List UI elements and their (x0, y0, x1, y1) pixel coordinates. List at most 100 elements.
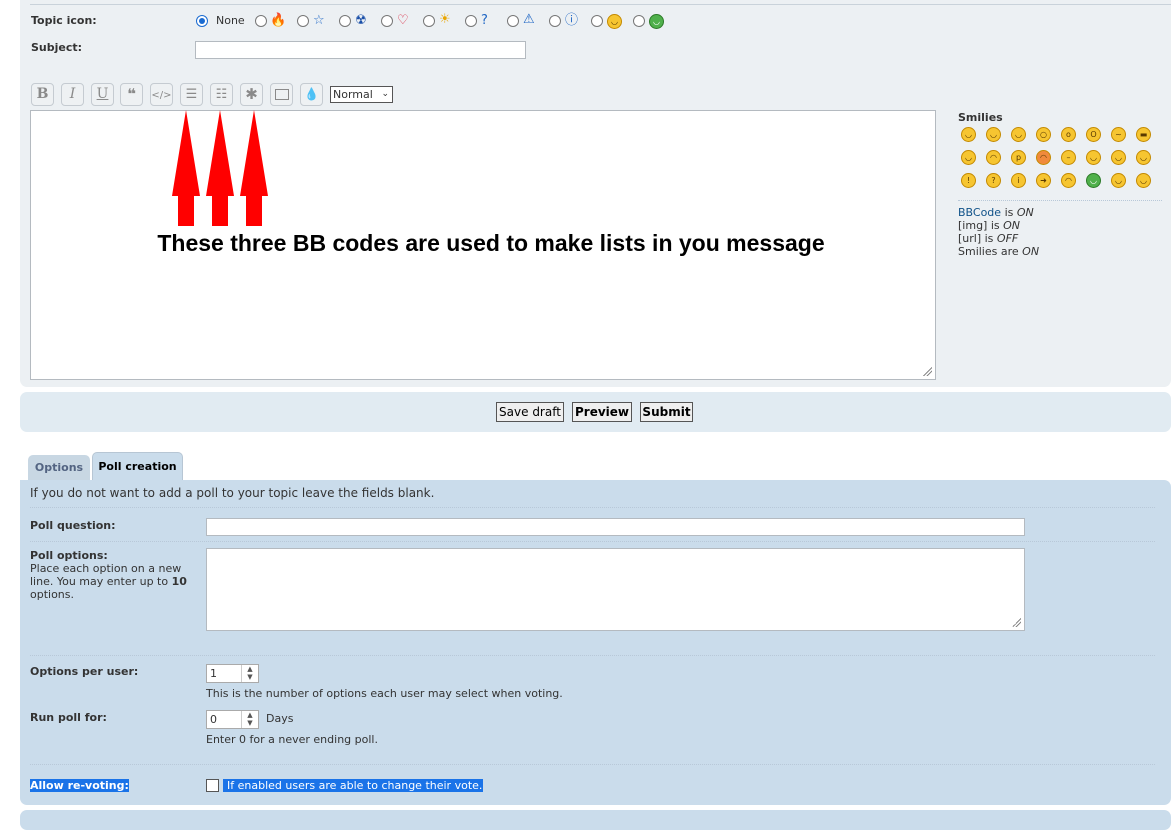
smiley-idea-icon[interactable]: i (1011, 173, 1026, 188)
smiley-icon: ◡ (607, 14, 622, 29)
smiley-ugeek-icon[interactable]: ◡ (1111, 173, 1126, 188)
bbcode-link[interactable]: BBCode (958, 206, 1001, 219)
smiley-confused-icon[interactable]: ~ (1111, 127, 1126, 142)
smiley-question-icon[interactable]: ? (986, 173, 1001, 188)
chevron-down-icon: ⌄ (381, 89, 389, 99)
bbcode-status: BBCode is ON (958, 206, 1034, 219)
preview-button[interactable]: Preview (572, 402, 632, 422)
underline-button[interactable]: U (91, 83, 114, 106)
underline-label: U (96, 86, 109, 102)
allow-revoting-checkbox[interactable] (206, 779, 219, 792)
poll-divider-1 (30, 507, 1155, 508)
bbcode-is: is (1004, 206, 1014, 219)
options-per-user-stepper[interactable]: 1 ▲ ▼ (206, 664, 259, 683)
grin-icon: ◡ (649, 14, 664, 29)
list-button[interactable]: ☰ (180, 83, 203, 106)
submit-button[interactable]: Submit (640, 402, 693, 422)
topic-icon-grin-radio[interactable] (633, 15, 645, 27)
list-item-button[interactable]: ✱ (240, 83, 263, 106)
smiley-wink-icon[interactable]: ◡ (1011, 127, 1026, 142)
save-draft-button[interactable]: Save draft (496, 402, 564, 422)
annotation-text: These three BB codes are used to make li… (157, 230, 825, 256)
smiley-arrow-icon[interactable]: ➜ (1036, 173, 1051, 188)
numbered-list-button[interactable]: ☷ (210, 83, 233, 106)
smiley-sad-icon[interactable]: ◠ (1061, 173, 1076, 188)
smilies-title: Smilies (958, 111, 1003, 124)
url-label: [url] is (958, 232, 994, 245)
smiley-angry-icon[interactable]: ◠ (1036, 150, 1051, 165)
smiley-surprised-icon[interactable]: o (1061, 127, 1076, 142)
options-per-user-help: This is the number of options each user … (206, 687, 563, 700)
bbcode-state: ON (1016, 206, 1034, 219)
quote-button[interactable]: ❝ (120, 83, 143, 106)
asterisk-icon: ✱ (245, 85, 258, 103)
poll-options-textarea[interactable] (206, 548, 1025, 631)
run-poll-stepper[interactable]: 0 ▲ ▼ (206, 710, 259, 729)
subject-input[interactable] (195, 41, 526, 59)
poll-options-resize-handle[interactable] (1011, 617, 1021, 627)
arrow-2 (206, 110, 234, 226)
sun-icon: ☀ (439, 12, 451, 27)
smiley-exclaim-icon[interactable]: ! (961, 173, 976, 188)
radioactive-icon: ☢ (355, 13, 367, 28)
smilies-label: Smilies are (958, 245, 1019, 258)
topic-icon-question-radio[interactable] (465, 15, 477, 27)
smiley-nerd-icon[interactable]: ◡ (1136, 173, 1151, 188)
topic-icon-fire-radio[interactable] (255, 15, 267, 27)
bold-button[interactable]: B (31, 83, 54, 106)
font-size-value: Normal (333, 88, 373, 101)
bullet-list-icon: ☰ (185, 87, 198, 102)
color-button[interactable]: 💧 (300, 83, 323, 106)
smiley-shocked-icon[interactable]: ○ (1036, 127, 1051, 142)
topic-icon-sun-radio[interactable] (423, 15, 435, 27)
fire-icon: 🔥 (270, 13, 287, 28)
smiley-happy-icon[interactable]: ◡ (986, 127, 1001, 142)
run-poll-value: 0 (210, 713, 217, 726)
annotation-arrows (172, 110, 268, 226)
smiley-evil-icon[interactable]: ◡ (1086, 150, 1101, 165)
topic-icon-warning-radio[interactable] (507, 15, 519, 27)
question-icon: ? (481, 13, 488, 28)
message-resize-handle[interactable] (922, 366, 932, 376)
smiley-cool-icon[interactable]: ▬ (1136, 127, 1151, 142)
allow-revoting-label: Allow re-voting: (30, 779, 129, 792)
arrow-1 (172, 110, 200, 226)
code-icon: </> (151, 90, 172, 101)
options-per-user-label: Options per user: (30, 665, 139, 678)
smiley-laugh-icon[interactable]: ◡ (961, 150, 976, 165)
smiley-neutral-icon[interactable]: – (1061, 150, 1076, 165)
poll-divider-4 (30, 764, 1155, 765)
italic-button[interactable]: I (61, 83, 84, 106)
smiley-mad-icon[interactable]: ◠ (986, 150, 1001, 165)
smiley-eek-icon[interactable]: O (1086, 127, 1101, 142)
smiley-grin-icon[interactable]: ◡ (961, 127, 976, 142)
topic-icon-heart-radio[interactable] (381, 15, 393, 27)
smiley-twisted-icon[interactable]: ◡ (1111, 150, 1126, 165)
smiley-razz-icon[interactable]: p (1011, 150, 1026, 165)
smiley-geek-icon[interactable]: ◡ (1086, 173, 1101, 188)
code-button[interactable]: </> (150, 83, 173, 106)
poll-options-help-3: options. (30, 588, 75, 601)
run-poll-unit: Days (266, 712, 294, 725)
topic-icon-smiley-radio[interactable] (591, 15, 603, 27)
topic-icon-none-radio[interactable] (196, 15, 208, 27)
tab-options[interactable]: Options (28, 455, 90, 480)
topic-icon-info-radio[interactable] (549, 15, 561, 27)
stepper-arrows-icon[interactable]: ▲ ▼ (241, 665, 258, 682)
run-poll-label: Run poll for: (30, 711, 107, 724)
run-poll-help: Enter 0 for a never ending poll. (206, 733, 378, 746)
info-icon: ⓘ (565, 13, 579, 28)
poll-question-label: Poll question: (30, 519, 116, 532)
image-icon (274, 89, 289, 100)
font-size-select[interactable]: Normal ⌄ (330, 86, 393, 103)
tab-poll-creation[interactable]: Poll creation (92, 452, 183, 480)
img-label: [img] is (958, 219, 1000, 232)
topic-icon-star-radio[interactable] (297, 15, 309, 27)
smiley-rolleyes-icon[interactable]: ◡ (1136, 150, 1151, 165)
poll-options-help-max: 10 (171, 575, 187, 588)
topic-icon-none-label: None (216, 14, 245, 27)
image-button[interactable] (270, 83, 293, 106)
stepper-arrows-icon[interactable]: ▲ ▼ (241, 711, 258, 728)
topic-icon-radioactive-radio[interactable] (339, 15, 351, 27)
poll-question-input[interactable] (206, 518, 1025, 536)
